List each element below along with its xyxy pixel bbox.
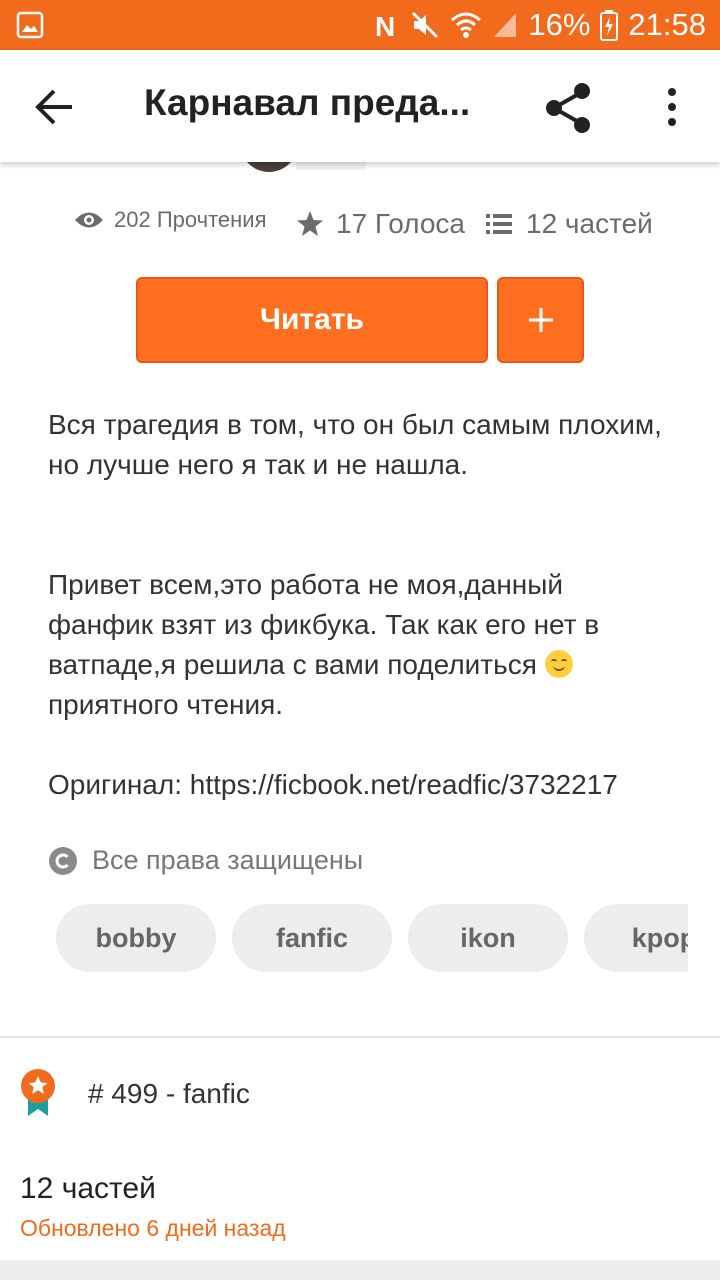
copyright-icon <box>48 846 78 876</box>
description-text: ватпаде,я решила с вами поделиться <box>48 649 537 680</box>
tag-chip[interactable]: ikon <box>408 904 568 972</box>
add-to-library-button[interactable] <box>497 277 584 363</box>
tag-chip[interactable]: fanfic <box>232 904 392 972</box>
eye-icon <box>74 209 104 231</box>
reads-count: 202 Прочтения <box>114 207 267 232</box>
battery-icon <box>600 9 619 41</box>
read-button[interactable]: Читать <box>136 277 488 363</box>
share-icon[interactable] <box>540 80 596 136</box>
tag-chip[interactable]: kpop <box>584 904 688 972</box>
gallery-icon <box>16 11 44 39</box>
description-line: ватпаде,я решила с вами поделиться <box>48 645 688 685</box>
parts-stat: 12 частей <box>486 208 653 240</box>
battery-percent: 16% <box>528 7 591 42</box>
list-icon <box>486 213 512 235</box>
bottom-strip <box>0 1260 720 1280</box>
story-description: Вся трагедия в том, что он был самым пло… <box>48 405 688 805</box>
updated-text: Обновлено 6 дней назад <box>20 1215 286 1241</box>
back-arrow-icon[interactable] <box>30 84 82 130</box>
ranking-badge-icon <box>18 1068 58 1118</box>
wifi-icon <box>450 10 482 40</box>
ranking-row[interactable]: # 499 - fanfic <box>18 1068 698 1128</box>
clock: 21:58 <box>628 7 706 42</box>
svg-text:N: N <box>375 11 395 40</box>
description-line: приятного чтения. <box>48 689 284 720</box>
tag-chip[interactable]: bobby <box>56 904 216 972</box>
copyright-text: Все права защищены <box>92 845 364 875</box>
star-icon <box>296 210 324 238</box>
smiling-emoji-icon <box>544 650 573 678</box>
app-bar: Карнавал преда... <box>0 50 720 162</box>
ranking-text: # 499 - fanfic <box>88 1078 250 1109</box>
votes-stat: 17 Голоса <box>296 208 465 240</box>
description-line: Привет всем,это работа не моя,данный <box>48 569 564 600</box>
parts-count[interactable]: 12 частей <box>20 1172 156 1206</box>
signal-icon <box>492 11 518 39</box>
status-bar-right: N 16% 21:58 <box>374 0 706 50</box>
status-bar: N 16% 21:58 <box>0 0 720 50</box>
parts-count-stat: 12 частей <box>526 208 653 239</box>
original-link[interactable]: Оригинал: https://ficbook.net/readfic/37… <box>48 765 688 805</box>
mute-icon <box>410 10 440 40</box>
story-stats: 202 Прочтения 17 Голоса 12 частей <box>0 205 720 251</box>
copyright: Все права защищены <box>48 845 363 876</box>
story-title: Карнавал преда... <box>144 82 471 123</box>
description-line: Вся трагедия в том, что он был самым пло… <box>48 409 662 440</box>
votes-count: 17 Голоса <box>336 208 465 239</box>
reads-stat: 202 Прочтения <box>74 207 267 233</box>
tag-list: bobby fanfic ikon kpop <box>56 904 688 972</box>
description-line: но лучше него я так и не нашла. <box>48 449 469 480</box>
plus-icon <box>527 306 555 334</box>
more-vert-icon[interactable] <box>655 82 689 132</box>
nfc-icon: N <box>374 10 400 40</box>
description-line: фанфик взят из фикбука. Так как его нет … <box>48 609 600 640</box>
divider <box>0 1036 720 1038</box>
